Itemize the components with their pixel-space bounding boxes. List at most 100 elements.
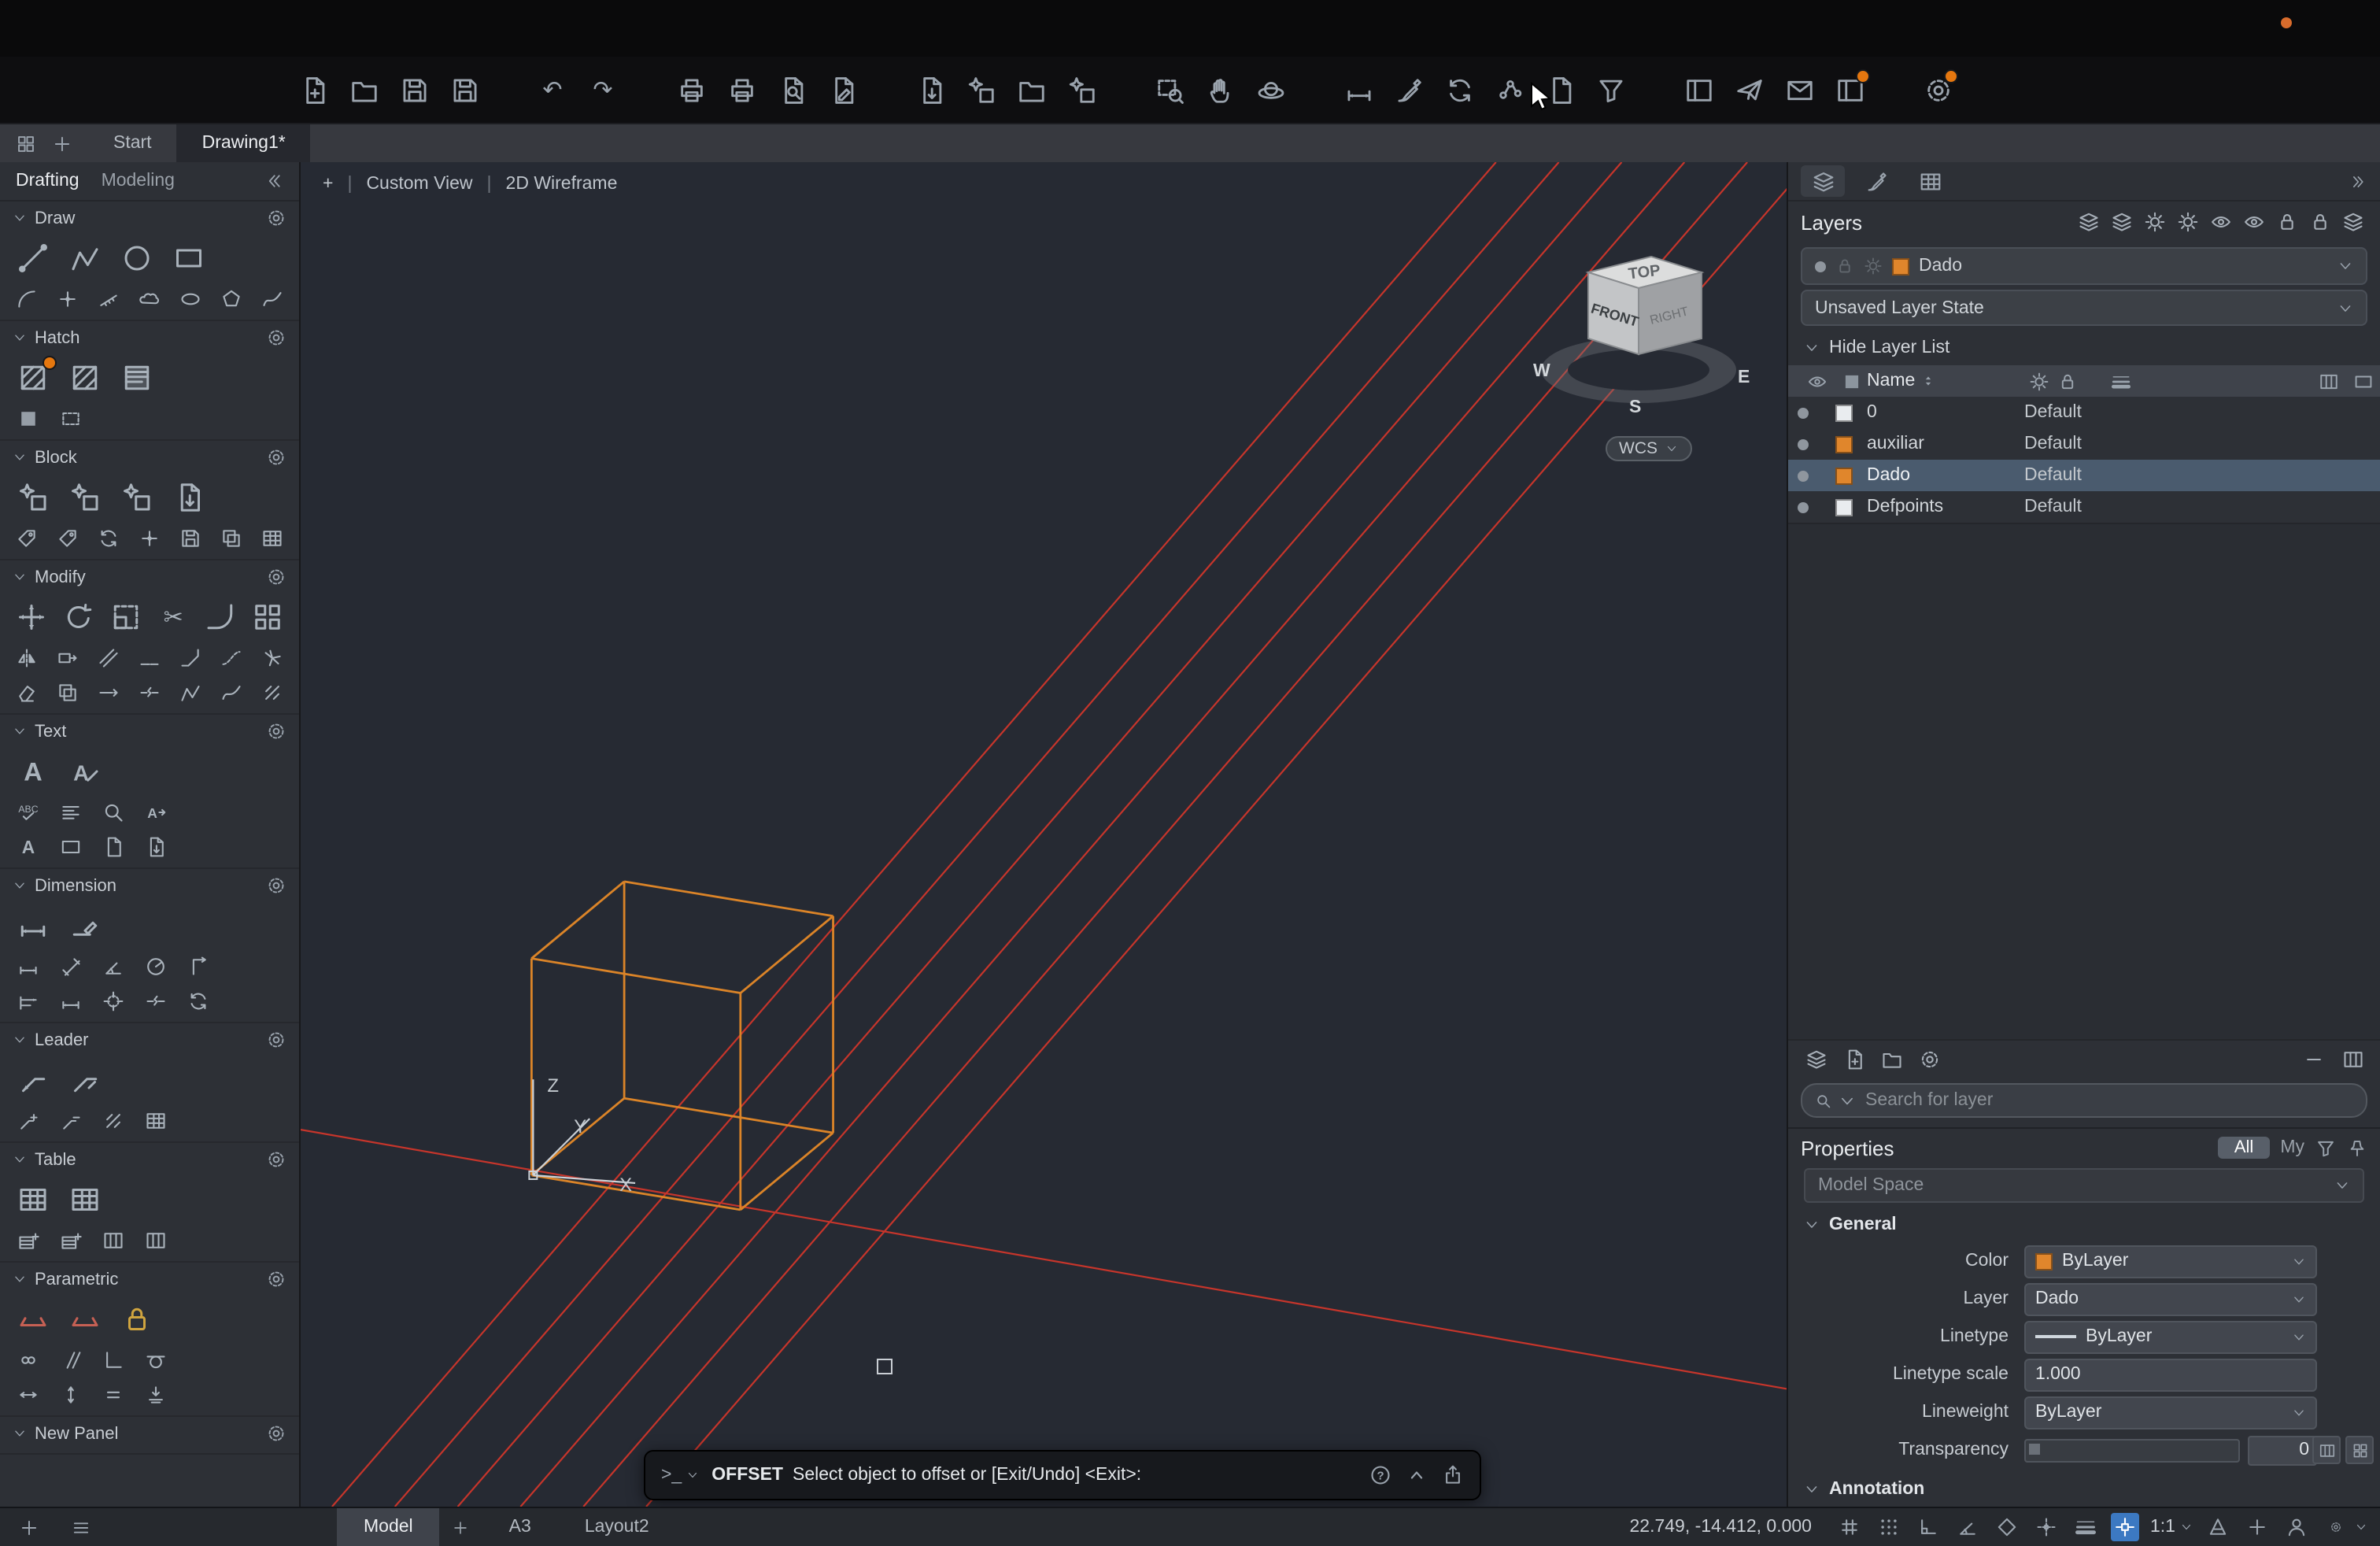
insert-row-below-icon[interactable]	[52, 1225, 90, 1256]
sync-attributes-icon[interactable]	[91, 523, 127, 554]
expand-panel-icon[interactable]	[2350, 172, 2367, 190]
insert-block-icon[interactable]	[960, 69, 1001, 110]
batch-plot-icon[interactable]	[721, 69, 762, 110]
match-properties-icon[interactable]	[1388, 69, 1429, 110]
property-layer-select[interactable]: Dado	[2024, 1282, 2317, 1315]
ellipse-icon[interactable]	[172, 283, 209, 315]
panel-options-icon[interactable]	[266, 208, 286, 228]
break-icon[interactable]	[131, 677, 168, 708]
dimension-icon[interactable]	[9, 904, 57, 948]
annotation-section-header[interactable]: Annotation	[1788, 1472, 2380, 1507]
rotate-icon[interactable]	[57, 595, 99, 639]
section-header[interactable]: Parametric	[0, 1263, 299, 1296]
edit-block-icon[interactable]	[113, 475, 161, 520]
perpendicular-icon[interactable]	[94, 1344, 132, 1376]
polygon-icon[interactable]	[213, 283, 249, 315]
undo-icon[interactable]: ↶	[532, 69, 573, 110]
grid-display-icon[interactable]	[1835, 1513, 1864, 1541]
quick-select-icon[interactable]	[1590, 69, 1631, 110]
lock-layer-icon[interactable]	[2271, 209, 2301, 235]
property-lineweight-select[interactable]: ByLayer	[2024, 1396, 2317, 1429]
revision-cloud-icon[interactable]	[131, 283, 168, 315]
convert-to-mtext-icon[interactable]: A	[9, 831, 47, 863]
zoom-window-icon[interactable]	[1149, 69, 1190, 110]
off-layer-icon[interactable]	[2205, 209, 2235, 235]
table-from-data-icon[interactable]	[61, 1178, 109, 1222]
erase-icon[interactable]	[9, 677, 46, 708]
add-layout-button[interactable]	[440, 1508, 482, 1546]
layer-row-defpoints[interactable]: DefpointsDefault	[1788, 491, 2380, 523]
define-attribute-icon[interactable]	[9, 523, 46, 554]
transparency-value[interactable]: 0	[2248, 1435, 2317, 1465]
chevron-down-icon[interactable]	[2292, 1254, 2306, 1268]
dimension-break-icon[interactable]	[137, 986, 175, 1017]
spline-icon[interactable]	[253, 283, 290, 315]
multileader-style-icon[interactable]	[61, 1058, 109, 1102]
layer-color-swatch[interactable]	[1835, 404, 1853, 421]
status-settings-control[interactable]	[2322, 1513, 2367, 1541]
layout-tab-a3[interactable]: A3	[482, 1508, 558, 1546]
section-header[interactable]: Hatch	[0, 321, 299, 354]
section-header[interactable]: Dimension	[0, 869, 299, 902]
current-layer-selector[interactable]: Dado	[1801, 247, 2367, 285]
annotation-scale-control[interactable]: 1:1	[2150, 1518, 2193, 1537]
on-layer-icon[interactable]	[2238, 209, 2268, 235]
plot-preview-icon[interactable]	[771, 69, 812, 110]
content-palette-icon[interactable]	[1678, 69, 1719, 110]
layer-color-swatch[interactable]	[1835, 498, 1853, 516]
pan-icon[interactable]	[1199, 69, 1240, 110]
align-leaders-icon[interactable]	[94, 1105, 132, 1137]
page-setup-icon[interactable]	[822, 69, 863, 110]
viewcube-west-label[interactable]: W	[1533, 360, 1550, 380]
chevron-down-icon[interactable]	[2292, 1405, 2306, 1419]
general-section-header[interactable]: General	[1788, 1208, 2380, 1242]
panel-options-icon[interactable]	[266, 1423, 286, 1444]
find-and-replace-icon[interactable]	[94, 797, 132, 828]
chamfer-icon[interactable]	[172, 642, 209, 674]
attach-reference-icon[interactable]	[1011, 69, 1051, 110]
object-snap-tracking-icon[interactable]	[2032, 1513, 2060, 1541]
tool-palettes-icon[interactable]	[1829, 69, 1870, 110]
chevron-down-icon[interactable]	[2338, 258, 2353, 274]
justify-text-icon[interactable]	[52, 797, 90, 828]
vp-col-icon[interactable]	[2345, 371, 2380, 391]
sync-reference-icon[interactable]	[1439, 69, 1480, 110]
insert-column-right-icon[interactable]	[137, 1225, 175, 1256]
save-block-icon[interactable]	[172, 523, 209, 554]
customization-icon[interactable]	[1917, 69, 1958, 110]
create-block-icon[interactable]	[61, 475, 109, 520]
pdf-import-icon[interactable]	[1539, 69, 1580, 110]
property-transparency-control[interactable]: 0	[2024, 1435, 2317, 1465]
insert-column-left-icon[interactable]	[94, 1225, 132, 1256]
polyline-icon[interactable]	[61, 236, 109, 280]
redo-icon[interactable]: ↷	[582, 69, 623, 110]
explode-icon[interactable]	[253, 642, 290, 674]
layer-lineweight[interactable]: Default	[2024, 435, 2160, 453]
panel-options-icon[interactable]	[266, 567, 286, 587]
isolate-layer-icon[interactable]	[2073, 209, 2103, 235]
palette-tab-modeling[interactable]: Modeling	[102, 172, 175, 190]
polar-tracking-icon[interactable]	[1953, 1513, 1982, 1541]
share-drawing-icon[interactable]	[1728, 69, 1769, 110]
insert-block-icon[interactable]	[9, 475, 57, 520]
command-line-dock[interactable]: >_ OFFSETSelect object to offset or [Exi…	[644, 1450, 1481, 1500]
remove-leader-icon[interactable]	[52, 1105, 90, 1137]
save-icon[interactable]	[394, 69, 434, 110]
customization-gear-icon[interactable]	[2322, 1513, 2350, 1541]
panel-options-icon[interactable]	[266, 1149, 286, 1170]
palette-list-icon[interactable]	[71, 1517, 91, 1537]
collect-leaders-icon[interactable]	[137, 1105, 175, 1137]
line-icon[interactable]	[9, 236, 57, 280]
fillet-icon[interactable]	[199, 595, 242, 639]
snap-mode-icon[interactable]	[1875, 1513, 1903, 1541]
layers-palette-tab[interactable]	[1801, 165, 1845, 197]
multileader-icon[interactable]	[9, 1058, 57, 1102]
boundary-icon[interactable]	[52, 403, 90, 435]
tangent-icon[interactable]	[137, 1344, 175, 1376]
current-layer-icon[interactable]	[2338, 209, 2367, 235]
add-palette-icon[interactable]	[19, 1517, 39, 1537]
wireframe-box[interactable]	[531, 882, 833, 1210]
lock-constraint-icon[interactable]	[113, 1297, 161, 1341]
aligned-icon[interactable]	[52, 951, 90, 982]
chevron-down-icon[interactable]	[2292, 1330, 2306, 1344]
